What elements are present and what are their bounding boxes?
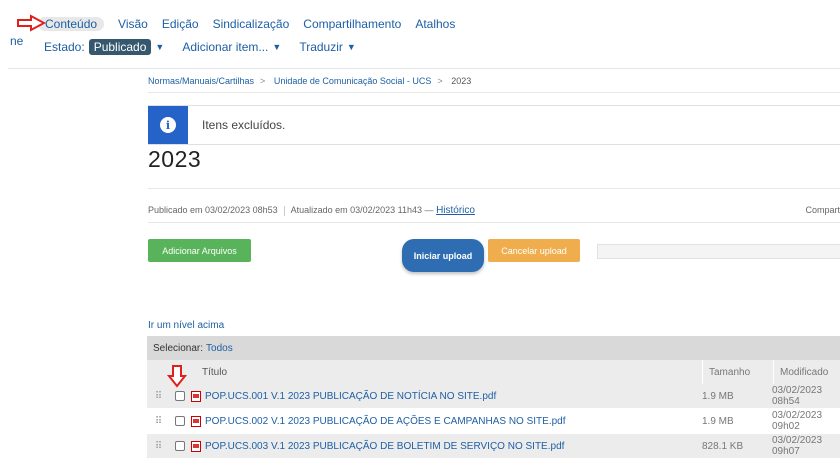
file-size: 1.9 MB: [702, 390, 734, 402]
status-message: i Itens excluídos.: [148, 105, 840, 145]
add-item-caret-icon[interactable]: ▼: [272, 42, 281, 52]
select-all-link[interactable]: Todos: [206, 343, 233, 354]
file-size: 1.9 MB: [702, 415, 734, 427]
pdf-icon: [191, 440, 201, 452]
start-upload-button[interactable]: Iniciar upload: [402, 239, 484, 272]
tab-visao[interactable]: Visão: [118, 17, 148, 31]
row-checkbox[interactable]: [175, 441, 185, 451]
tab-compartilhamento[interactable]: Compartilhamento: [303, 17, 401, 31]
add-item-menu[interactable]: Adicionar item...: [182, 40, 268, 54]
add-files-button[interactable]: Adicionar Arquivos: [148, 239, 251, 262]
history-link[interactable]: Histórico: [436, 205, 475, 216]
file-modified: 03/02/2023 09h07: [772, 435, 823, 457]
tab-atalhos[interactable]: Atalhos: [415, 17, 455, 31]
file-size: 828.1 KB: [702, 440, 744, 452]
level-up-link[interactable]: Ir um nível acima: [148, 320, 224, 331]
size-column-header[interactable]: Tamanho: [703, 367, 773, 378]
table-row[interactable]: ⠿ POP.UCS.002 V.1 2023 PUBLICAÇÃO DE AÇÕ…: [147, 409, 840, 434]
pdf-icon: [191, 390, 201, 402]
file-link[interactable]: POP.UCS.003 V.1 2023 PUBLICAÇÃO DE BOLET…: [205, 441, 564, 452]
breadcrumb-current: 2023: [451, 76, 472, 86]
tab-conteudo[interactable]: Conteúdo: [38, 17, 105, 31]
published-date: Publicado em 03/02/2023 08h53: [148, 205, 278, 215]
drag-handle-icon[interactable]: ⠿: [147, 441, 169, 452]
row-checkbox[interactable]: [175, 416, 185, 426]
edit-tabs: Conteúdo Visão Edição Sindicalização Com…: [38, 17, 455, 31]
updated-date: Atualizado em 03/02/2023 11h43 —: [290, 205, 434, 215]
table-row[interactable]: ⠿ POP.UCS.001 V.1 2023 PUBLICAÇÃO DE NOT…: [147, 384, 840, 409]
modified-column-header[interactable]: Modificado: [774, 367, 840, 378]
left-edge-text: ne: [10, 34, 24, 48]
red-arrow-down-icon: [167, 365, 187, 388]
status-message-text: Itens excluídos.: [202, 118, 286, 132]
tab-edicao[interactable]: Edição: [162, 17, 199, 31]
drag-handle-icon[interactable]: ⠿: [147, 416, 169, 427]
state-badge[interactable]: Publicado: [88, 39, 152, 55]
folder-contents-table: Selecionar: Todos Título Tamanho Modific…: [147, 336, 840, 459]
divider: [148, 222, 840, 223]
select-row: Selecionar: Todos: [147, 336, 840, 360]
table-row[interactable]: ⠿ POP.UCS.003 V.1 2023 PUBLICAÇÃO DE BOL…: [147, 434, 840, 459]
cancel-upload-button[interactable]: Cancelar upload: [488, 239, 580, 262]
file-modified: 03/02/2023 09h02: [772, 410, 823, 432]
upload-progress-bar: [597, 244, 840, 259]
table-header: Título Tamanho Modificado: [147, 360, 840, 384]
divider: [8, 68, 840, 69]
document-byline: Publicado em 03/02/2023 08h53 Atualizado …: [148, 205, 475, 216]
divider: [148, 188, 840, 189]
drag-handle-icon[interactable]: ⠿: [147, 391, 169, 402]
title-column-header[interactable]: Título: [191, 367, 702, 378]
state-menu-row: Estado: Publicado ▼ Adicionar item... ▼ …: [44, 39, 370, 55]
share-link[interactable]: Compart: [805, 205, 840, 215]
breadcrumb-item[interactable]: Unidade de Comunicação Social - UCS: [274, 76, 432, 86]
divider: [148, 92, 840, 93]
state-caret-icon[interactable]: ▼: [155, 42, 164, 52]
info-icon: i: [148, 106, 188, 144]
file-link[interactable]: POP.UCS.002 V.1 2023 PUBLICAÇÃO DE AÇÕES…: [205, 416, 566, 427]
state-label: Estado:: [44, 40, 85, 54]
file-link[interactable]: POP.UCS.001 V.1 2023 PUBLICAÇÃO DE NOTÍC…: [205, 391, 496, 402]
translate-menu[interactable]: Traduzir: [299, 40, 343, 54]
breadcrumb: Normas/Manuais/Cartilhas > Unidade de Com…: [148, 76, 472, 86]
page-title: 2023: [148, 146, 202, 172]
pdf-icon: [191, 415, 201, 427]
red-arrow-right-icon: [17, 14, 46, 32]
translate-caret-icon[interactable]: ▼: [347, 42, 356, 52]
select-label: Selecionar:: [153, 342, 204, 354]
row-checkbox[interactable]: [175, 391, 185, 401]
breadcrumb-item[interactable]: Normas/Manuais/Cartilhas: [148, 76, 254, 86]
edit-toolbar: Conteúdo Visão Edição Sindicalização Com…: [0, 0, 840, 62]
tab-sindicalizacao[interactable]: Sindicalização: [213, 17, 290, 31]
file-modified: 03/02/2023 08h54: [772, 385, 823, 407]
